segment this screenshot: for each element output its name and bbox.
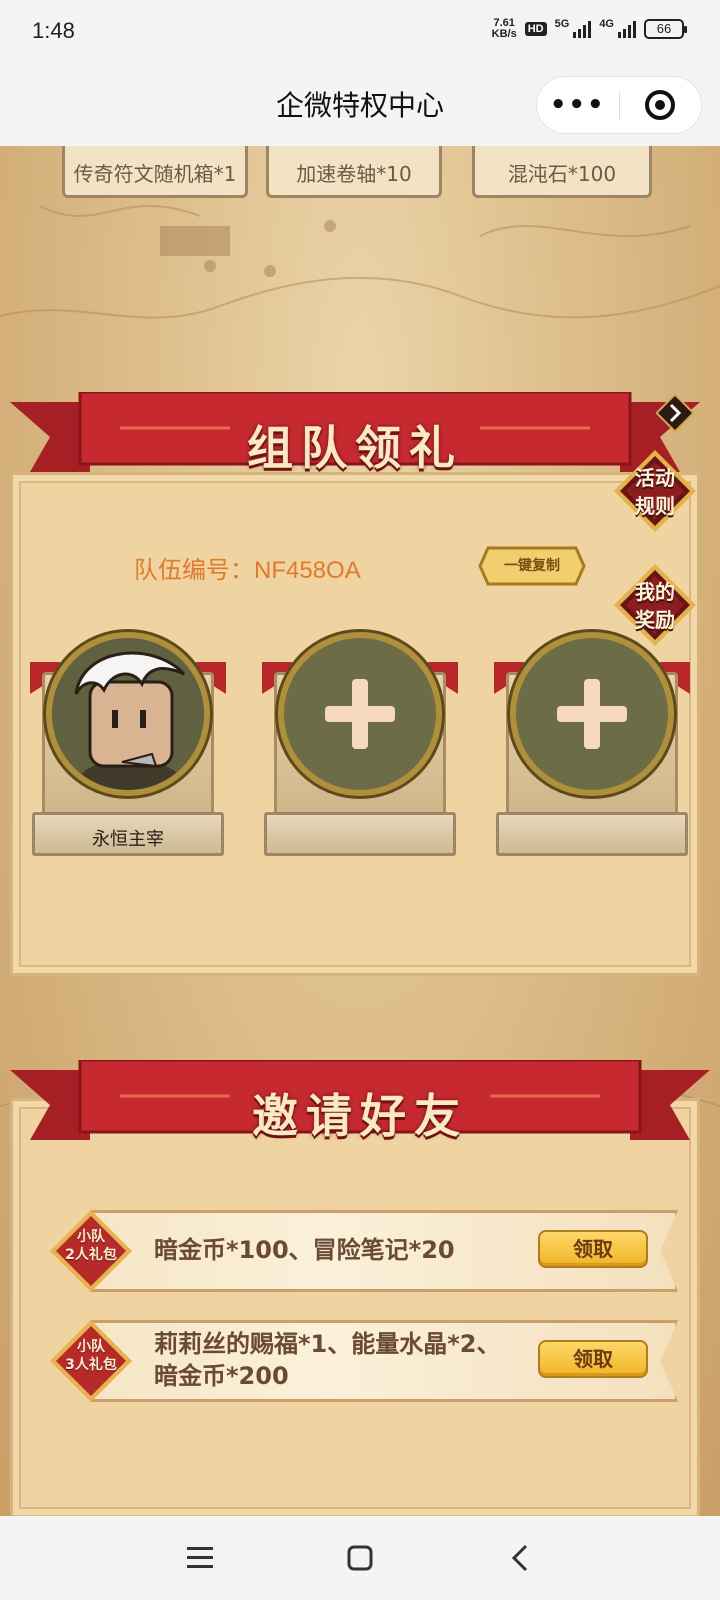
pack-badge-label: 小队 2人礼包 bbox=[65, 1229, 117, 1263]
member-name-plank bbox=[496, 812, 688, 856]
team-id-text: 队伍编号：NF458OA bbox=[134, 557, 361, 584]
signal-5g-icon bbox=[573, 20, 592, 38]
invite-panel bbox=[10, 1098, 700, 1518]
home-button[interactable] bbox=[330, 1528, 390, 1588]
add-member-button[interactable] bbox=[510, 632, 674, 796]
claim-button[interactable]: 领取 bbox=[538, 1230, 648, 1268]
team-member-slot[interactable] bbox=[494, 632, 690, 860]
system-nav-bar bbox=[0, 1516, 720, 1600]
more-dots-icon[interactable]: ••• bbox=[537, 90, 619, 120]
status-bar: 1:48 7.61 KB/s HD 5G 4G 66 bbox=[0, 0, 720, 68]
mini-program-header: 企微特权中心 ••• bbox=[0, 68, 720, 146]
pack-reward-text: 莉莉丝的赐福*1、能量水晶*2、 暗金币*200 bbox=[154, 1330, 501, 1390]
avatar bbox=[46, 632, 210, 796]
invite-section-title: 邀请好友 bbox=[252, 1089, 468, 1143]
network-speed: 7.61 KB/s bbox=[491, 17, 517, 40]
team-member-slot[interactable] bbox=[262, 632, 458, 860]
my-rewards-label: 我的 奖励 bbox=[635, 580, 675, 632]
team-ribbon-title-wrap: 组队领礼 bbox=[80, 394, 630, 480]
pack-badge-label: 小队 3人礼包 bbox=[65, 1339, 117, 1373]
member-name-plank bbox=[264, 812, 456, 856]
invite-pack-row: 小队 3人礼包 莉莉丝的赐福*1、能量水晶*2、 暗金币*200 领取 bbox=[44, 1314, 678, 1406]
member-name-plank: 永恒主宰 bbox=[32, 812, 224, 856]
signal-5g-label: 5G bbox=[554, 18, 570, 30]
top-reward-label: 传奇符文随机箱*1 bbox=[73, 162, 237, 186]
top-reward-card: 加速卷轴*10 bbox=[266, 146, 442, 198]
team-section-title: 组队领礼 bbox=[247, 421, 463, 475]
capsule-menu: ••• bbox=[536, 76, 702, 134]
top-reward-card: 混沌石*100 bbox=[472, 146, 652, 198]
invite-ribbon-title-wrap: 邀请好友 bbox=[80, 1062, 640, 1148]
claim-button[interactable]: 领取 bbox=[538, 1340, 648, 1378]
invite-pack-row: 小队 2人礼包 暗金币*100、冒险笔记*20 领取 bbox=[44, 1204, 678, 1296]
status-indicators: 7.61 KB/s HD 5G 4G 66 bbox=[491, 17, 687, 40]
top-reward-card: 传奇符文随机箱*1 bbox=[62, 146, 248, 198]
pack-reward-text: 暗金币*100、冒险笔记*20 bbox=[154, 1236, 455, 1264]
copy-team-id-button[interactable]: 一键复制 bbox=[478, 546, 586, 586]
plus-icon bbox=[325, 679, 395, 749]
status-time: 1:48 bbox=[32, 18, 75, 43]
hd-icon: HD bbox=[524, 22, 547, 36]
menu-icon bbox=[187, 1547, 213, 1568]
character-avatar-icon bbox=[52, 638, 204, 790]
signal-4g-label: 4G bbox=[599, 18, 614, 30]
add-member-button[interactable] bbox=[278, 632, 442, 796]
top-reward-label: 混沌石*100 bbox=[507, 162, 617, 186]
home-square-icon bbox=[347, 1545, 373, 1571]
top-reward-label: 加速卷轴*10 bbox=[296, 162, 412, 186]
next-chevron-icon[interactable] bbox=[656, 394, 694, 432]
back-button[interactable] bbox=[490, 1528, 550, 1588]
activity-rules-label: 活动 规则 bbox=[635, 466, 675, 518]
copy-button-label: 一键复制 bbox=[504, 558, 560, 574]
team-member-slot[interactable]: 永恒主宰 bbox=[30, 632, 226, 860]
plus-icon bbox=[557, 679, 627, 749]
signal-4g-icon bbox=[618, 20, 636, 38]
activity-rules-button[interactable]: 活动 规则 bbox=[612, 448, 698, 534]
close-mini-program-button[interactable] bbox=[620, 90, 702, 120]
back-chevron-icon bbox=[511, 1544, 528, 1572]
menu-button[interactable] bbox=[170, 1528, 230, 1588]
battery-icon: 66 bbox=[644, 19, 687, 39]
target-close-icon bbox=[645, 90, 676, 120]
